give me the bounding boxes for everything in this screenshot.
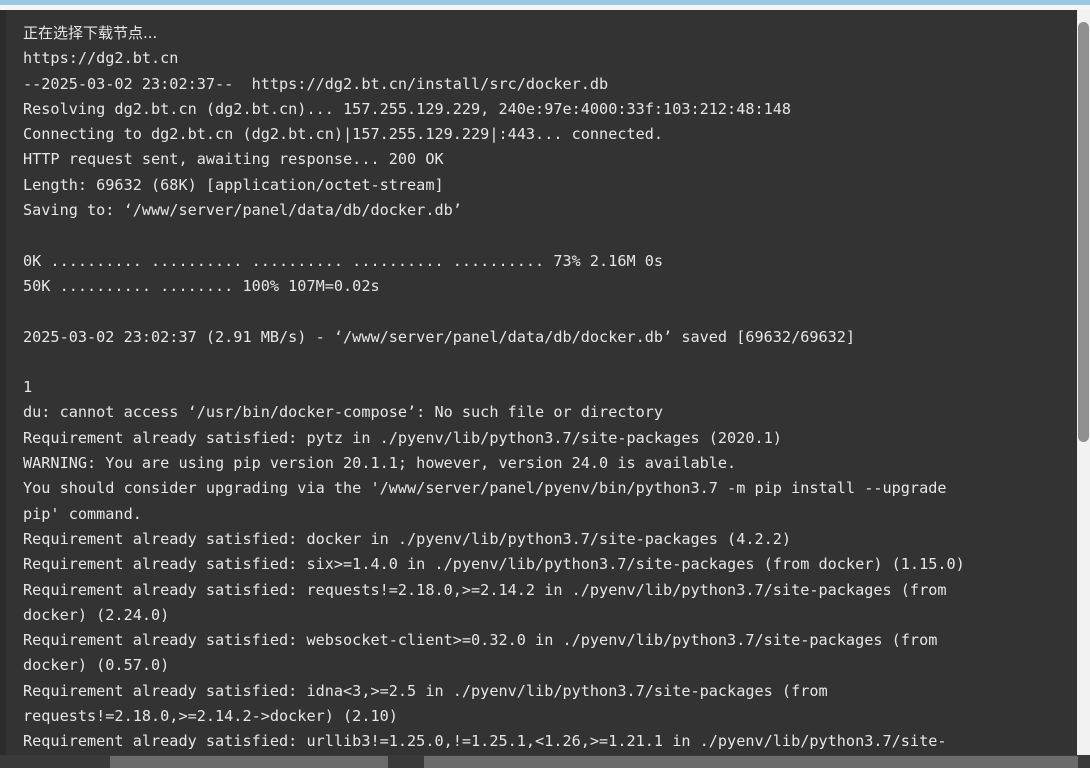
terminal-line: https://dg2.bt.cn xyxy=(23,49,179,68)
terminal-line: Connecting to dg2.bt.cn (dg2.bt.cn)|157.… xyxy=(23,125,664,144)
terminal-line: Requirement already satisfied: requests!… xyxy=(23,580,947,599)
terminal-line: Requirement already satisfied: websocket… xyxy=(23,631,938,650)
terminal-line: 正在选择下载节点... xyxy=(23,24,158,42)
terminal-line: 2025-03-02 23:02:37 (2.91 MB/s) - ‘/www/… xyxy=(23,327,856,346)
terminal-line: docker) (0.57.0) xyxy=(23,656,170,675)
terminal-line: 0K .......... .......... .......... ....… xyxy=(23,251,664,270)
terminal-line: Resolving dg2.bt.cn (dg2.bt.cn)... 157.2… xyxy=(23,99,792,118)
terminal-output: 正在选择下载节点... https://dg2.bt.cn --2025-03-02… xyxy=(6,10,1077,755)
terminal-line: Requirement already satisfied: pytz in .… xyxy=(23,428,782,447)
terminal-line: 50K .......... ........ 100% 107M=0.02s xyxy=(23,276,380,295)
terminal-window: 正在选择下载节点... https://dg2.bt.cn --2025-03-02… xyxy=(0,0,1090,768)
vertical-scrollbar[interactable] xyxy=(1077,10,1090,755)
terminal-line: Requirement already satisfied: urllib3!=… xyxy=(23,732,947,751)
terminal-console[interactable]: 正在选择下载节点... https://dg2.bt.cn --2025-03-02… xyxy=(0,10,1077,755)
vertical-scrollbar-thumb[interactable] xyxy=(1078,22,1089,442)
horizontal-scrollbar-thumb-right[interactable] xyxy=(424,756,1078,768)
terminal-line: Requirement already satisfied: idna<3,>=… xyxy=(23,681,828,700)
terminal-line: HTTP request sent, awaiting response... … xyxy=(23,150,444,169)
terminal-line: du: cannot access ‘/usr/bin/docker-compo… xyxy=(23,403,664,422)
terminal-line: docker) (2.24.0) xyxy=(23,605,170,624)
horizontal-scrollbar[interactable] xyxy=(0,755,1090,768)
terminal-line: Requirement already satisfied: six>=1.4.… xyxy=(23,555,965,574)
terminal-line: You should consider upgrading via the '/… xyxy=(23,479,947,498)
terminal-line: pip' command. xyxy=(23,504,142,523)
terminal-line: 1 xyxy=(23,378,33,397)
scrollbar-corner xyxy=(1078,755,1090,768)
horizontal-scrollbar-thumb-left[interactable] xyxy=(110,756,388,768)
terminal-line: Saving to: ‘/www/server/panel/data/db/do… xyxy=(23,201,462,220)
terminal-line: WARNING: You are using pip version 20.1.… xyxy=(23,454,737,473)
terminal-line: --2025-03-02 23:02:37-- https://dg2.bt.c… xyxy=(23,74,609,93)
terminal-line: Requirement already satisfied: docker in… xyxy=(23,529,792,548)
terminal-line: Length: 69632 (68K) [application/octet-s… xyxy=(23,175,444,194)
terminal-line: requests!=2.18.0,>=2.14.2->docker) (2.10… xyxy=(23,707,398,726)
